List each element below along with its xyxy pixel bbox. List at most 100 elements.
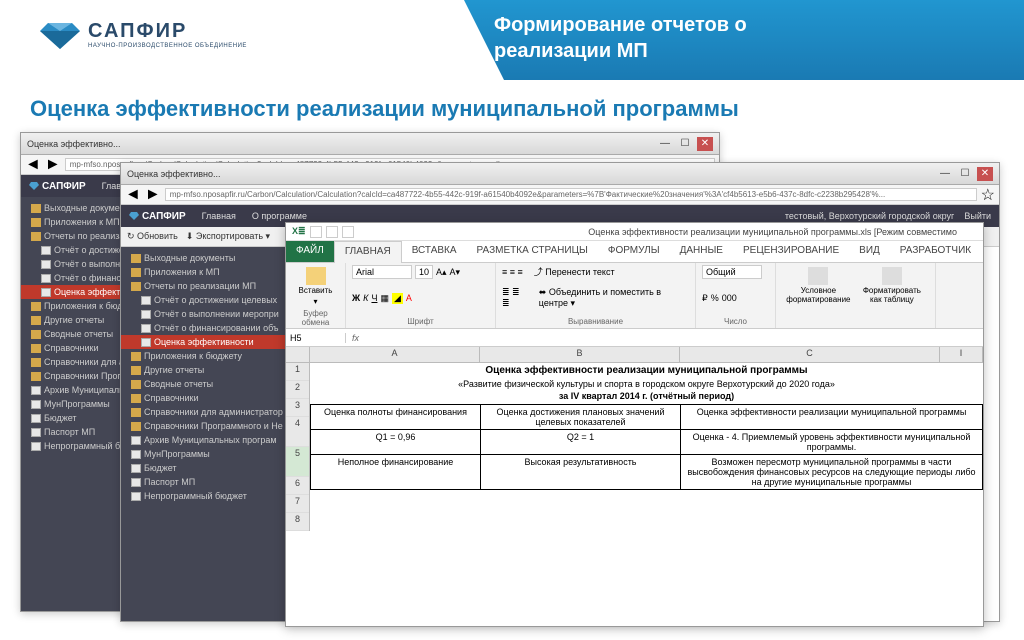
currency-icon[interactable]: ₽ <box>702 293 708 304</box>
percent-icon[interactable]: % <box>711 293 719 303</box>
document-icon <box>131 436 141 445</box>
italic-icon[interactable]: К <box>363 293 368 303</box>
tab-review[interactable]: РЕЦЕНЗИРОВАНИЕ <box>733 241 849 262</box>
minimize-button[interactable]: — <box>937 167 953 181</box>
align-icons[interactable]: ≡ ≡ ≡ <box>502 267 523 277</box>
save-icon[interactable] <box>310 226 322 238</box>
font-name[interactable]: Arial <box>352 265 412 279</box>
url-input[interactable]: mp-mfso.nposapfir.ru/Carbon/Calculation/… <box>165 188 977 201</box>
font-color-icon[interactable]: A <box>406 293 412 303</box>
forward-icon[interactable]: ► <box>145 186 161 204</box>
col-header-c[interactable]: C <box>680 347 940 362</box>
sidebar-item[interactable]: Справочники Программного и Не <box>121 419 311 433</box>
table-cell: Неполное финансирование <box>311 455 481 490</box>
tab-dev[interactable]: РАЗРАБОТЧИК <box>890 241 981 262</box>
close-button[interactable]: ✕ <box>697 137 713 151</box>
sidebar-item[interactable]: Отчёт о финансировании объ <box>121 321 311 335</box>
star-icon[interactable]: ☆ <box>981 185 995 205</box>
border-icon[interactable]: ▦ <box>380 293 389 304</box>
comma-icon[interactable]: 000 <box>722 293 737 303</box>
sidebar-item[interactable]: Сводные отчеты <box>121 377 311 391</box>
underline-icon[interactable]: Ч <box>371 293 377 303</box>
table-header: Оценка полноты финансирования <box>311 405 481 430</box>
col-header[interactable] <box>286 347 310 362</box>
sidebar-item[interactable]: Отчёт о достижении целевых <box>121 293 311 307</box>
row-num[interactable]: 4 <box>286 417 309 447</box>
col-header-i[interactable]: I <box>940 347 983 362</box>
document-icon <box>131 478 141 487</box>
paste-button[interactable]: Вставить▾ <box>292 265 339 309</box>
document-icon <box>141 296 151 305</box>
row-num[interactable]: 1 <box>286 363 309 381</box>
shrink-font-icon[interactable]: A▾ <box>450 267 461 278</box>
back-icon[interactable]: ◄ <box>125 186 141 204</box>
sidebar-item[interactable]: Выходные документы <box>121 251 311 265</box>
tab-file[interactable]: ФАЙЛ <box>286 241 334 262</box>
number-format[interactable]: Общий <box>702 265 762 279</box>
sidebar-item[interactable]: Оценка эффективности <box>121 335 311 349</box>
sidebar-item[interactable]: Архив Муниципальных програм <box>121 433 311 447</box>
sidebar-item[interactable]: Справочники <box>121 391 311 405</box>
nav-about[interactable]: О программе <box>252 211 307 221</box>
document-icon <box>31 442 41 451</box>
tab-formulas[interactable]: ФОРМУЛЫ <box>598 241 670 262</box>
col-header-b[interactable]: B <box>480 347 680 362</box>
maximize-button[interactable]: ☐ <box>677 137 693 151</box>
sidebar-item[interactable]: Непрограммный бюджет <box>121 489 311 503</box>
row-num[interactable]: 3 <box>286 399 309 417</box>
close-button[interactable]: ✕ <box>977 167 993 181</box>
minimize-button[interactable]: — <box>657 137 673 151</box>
tab-view[interactable]: ВИД <box>849 241 890 262</box>
bold-icon[interactable]: Ж <box>352 293 360 303</box>
data-table: Оценка полноты финансирования Оценка дос… <box>310 404 983 490</box>
table-cell: Q2 = 1 <box>481 430 681 455</box>
folder-icon <box>31 204 41 213</box>
redo-icon[interactable] <box>342 226 354 238</box>
export-button[interactable]: ⬇ Экспортировать ▾ <box>186 231 270 242</box>
document-icon <box>41 246 51 255</box>
fx-icon[interactable]: fx <box>346 333 365 343</box>
row-num[interactable]: 5 <box>286 447 309 477</box>
format-table-button[interactable]: Форматировать как таблицу <box>855 265 929 307</box>
sidebar-item[interactable]: Справочники для администратор <box>121 405 311 419</box>
merge-button[interactable]: ⬌ Объединить и поместить в центре ▾ <box>539 287 689 309</box>
spreadsheet-grid[interactable]: A B C I 1 2 3 4 5 6 7 8 Оценка эффективн… <box>286 347 983 626</box>
tab-data[interactable]: ДАННЫЕ <box>670 241 733 262</box>
font-size[interactable]: 10 <box>415 265 433 279</box>
grow-font-icon[interactable]: A▴ <box>436 267 447 278</box>
row-num[interactable]: 6 <box>286 477 309 495</box>
row-num[interactable]: 7 <box>286 495 309 513</box>
forward-icon[interactable]: ► <box>45 156 61 174</box>
tab-insert[interactable]: ВСТАВКА <box>402 241 467 262</box>
tab-home[interactable]: ГЛАВНАЯ <box>334 241 402 263</box>
nav-logout[interactable]: Выйти <box>964 211 991 221</box>
nav-home[interactable]: Главная <box>202 211 236 221</box>
col-header-a[interactable]: A <box>310 347 480 362</box>
refresh-button[interactable]: ↻ Обновить <box>127 231 178 242</box>
document-icon <box>41 260 51 269</box>
row-num[interactable]: 8 <box>286 513 309 531</box>
sidebar-item[interactable]: Паспорт МП <box>121 475 311 489</box>
sidebar-item[interactable]: Бюджет <box>121 461 311 475</box>
wrap-text-button[interactable]: ⤴ Перенести текст <box>534 265 615 278</box>
align-icons2[interactable]: ≣ ≣ ≣ <box>502 287 528 309</box>
sidebar-item[interactable]: Приложения к бюджету <box>121 349 311 363</box>
row-num[interactable]: 2 <box>286 381 309 399</box>
document-icon <box>41 288 51 297</box>
browser-tab[interactable]: Оценка эффективно... <box>127 169 221 179</box>
fill-icon[interactable]: ◢ <box>392 293 403 304</box>
tab-layout[interactable]: РАЗМЕТКА СТРАНИЦЫ <box>467 241 598 262</box>
browser-tab[interactable]: Оценка эффективно... <box>27 139 121 149</box>
undo-icon[interactable] <box>326 226 338 238</box>
maximize-button[interactable]: ☐ <box>957 167 973 181</box>
sidebar-item[interactable]: Другие отчеты <box>121 363 311 377</box>
name-box[interactable]: H5 <box>286 333 346 343</box>
sidebar-item[interactable]: Отчёт о выполнении меропри <box>121 307 311 321</box>
folder-icon <box>31 344 41 353</box>
cond-format-button[interactable]: Условное форматирование <box>782 265 855 307</box>
folder-icon <box>131 394 141 403</box>
sidebar-item[interactable]: Отчеты по реализации МП <box>121 279 311 293</box>
back-icon[interactable]: ◄ <box>25 156 41 174</box>
sidebar-item[interactable]: Приложения к МП <box>121 265 311 279</box>
sidebar-item[interactable]: МунПрограммы <box>121 447 311 461</box>
